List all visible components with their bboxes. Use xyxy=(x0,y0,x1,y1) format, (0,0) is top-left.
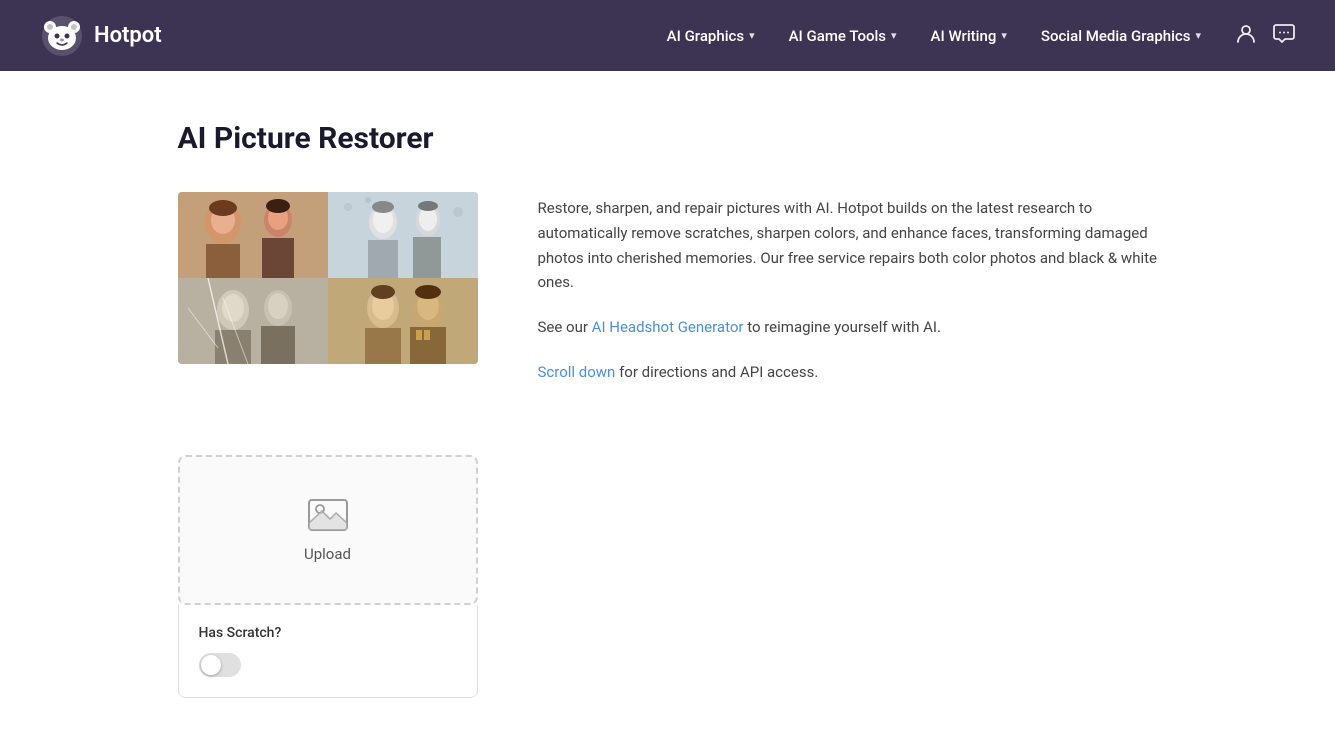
description-p2-prefix: See our xyxy=(538,318,592,336)
chevron-down-icon: ▾ xyxy=(1195,29,1201,42)
has-scratch-toggle-container xyxy=(199,653,457,677)
description-paragraph-2: See our AI Headshot Generator to reimagi… xyxy=(538,315,1158,340)
upload-box[interactable]: Upload xyxy=(178,455,478,605)
nav-label-ai-graphics: AI Graphics xyxy=(667,27,744,45)
scroll-down-link[interactable]: Scroll down xyxy=(538,363,616,381)
upload-image-icon xyxy=(308,497,348,533)
nav-brand[interactable]: Hotpot xyxy=(40,14,162,58)
chevron-down-icon: ▾ xyxy=(1001,29,1007,42)
toggle-knob xyxy=(201,655,221,675)
user-icon[interactable] xyxy=(1235,22,1257,49)
main-content: AI Picture Restorer xyxy=(138,71,1198,748)
nav-label-social-media-graphics: Social Media Graphics xyxy=(1041,27,1191,45)
nav-item-ai-graphics[interactable]: AI Graphics ▾ xyxy=(653,19,769,53)
nav-label-ai-game-tools: AI Game Tools xyxy=(789,27,886,45)
chevron-down-icon: ▾ xyxy=(891,29,897,42)
ai-headshot-generator-link[interactable]: AI Headshot Generator xyxy=(592,318,744,336)
chat-icon[interactable] xyxy=(1273,22,1295,49)
options-box: Has Scratch? xyxy=(178,605,478,698)
nav-label-ai-writing: AI Writing xyxy=(931,27,997,45)
description-p3-suffix: for directions and API access. xyxy=(615,363,818,381)
upload-section: Upload Has Scratch? xyxy=(178,455,478,698)
photo-cell-1 xyxy=(178,192,328,278)
chevron-down-icon: ▾ xyxy=(749,29,755,42)
description-paragraph-3: Scroll down for directions and API acces… xyxy=(538,360,1158,385)
hero-image-grid xyxy=(178,192,478,364)
upload-label: Upload xyxy=(304,545,351,563)
nav-item-ai-writing[interactable]: AI Writing ▾ xyxy=(917,19,1021,53)
nav-links: AI Graphics ▾ AI Game Tools ▾ AI Writing… xyxy=(653,19,1215,53)
photo-cell-2 xyxy=(328,192,478,278)
has-scratch-toggle[interactable] xyxy=(199,653,241,677)
page-title: AI Picture Restorer xyxy=(178,121,1158,156)
description-paragraph-1: Restore, sharpen, and repair pictures wi… xyxy=(538,196,1158,295)
nav-item-social-media-graphics[interactable]: Social Media Graphics ▾ xyxy=(1027,19,1215,53)
hero-description: Restore, sharpen, and repair pictures wi… xyxy=(538,192,1158,405)
photo-cell-4 xyxy=(328,278,478,364)
nav-action-icons xyxy=(1235,22,1295,49)
nav-item-ai-game-tools[interactable]: AI Game Tools ▾ xyxy=(775,19,911,53)
photo-cell-3 xyxy=(178,278,328,364)
description-p2-suffix: to reimagine yourself with AI. xyxy=(743,318,940,336)
hotpot-logo-icon xyxy=(40,14,84,58)
navbar: Hotpot AI Graphics ▾ AI Game Tools ▾ AI … xyxy=(0,0,1335,71)
hero-section: Restore, sharpen, and repair pictures wi… xyxy=(178,192,1158,405)
has-scratch-label: Has Scratch? xyxy=(199,625,457,641)
brand-name: Hotpot xyxy=(94,23,162,48)
